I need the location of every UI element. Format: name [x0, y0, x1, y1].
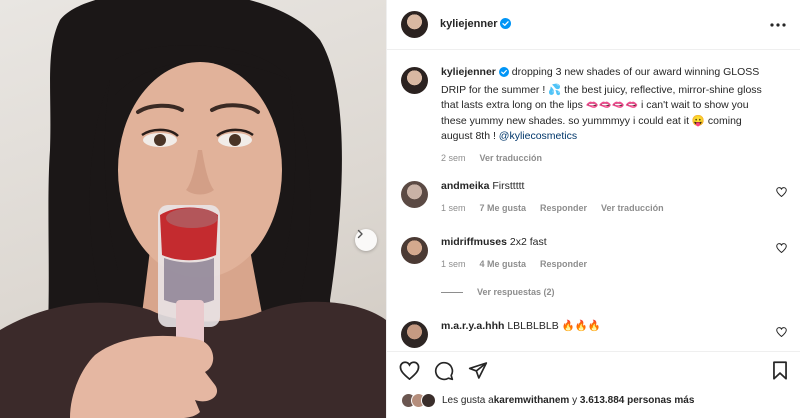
caption-meta: 2 sem Ver traducción [441, 153, 771, 163]
avatar[interactable] [401, 181, 428, 208]
heart-icon[interactable] [776, 327, 787, 340]
post-photo [0, 0, 386, 418]
caption-text: kyliejenner dropping 3 new shades of our… [441, 65, 771, 145]
comment-username[interactable]: andmeika [441, 180, 489, 192]
comment-likes-count[interactable]: 7 Me gusta [480, 203, 527, 213]
avatar[interactable] [401, 67, 428, 94]
next-photo-button[interactable] [355, 229, 377, 251]
caption-username[interactable]: kyliejenner [441, 66, 496, 78]
comment-item: midriffmuses 2x2 fast 1 sem 4 Me gusta R… [401, 235, 793, 269]
avatar [421, 393, 436, 408]
save-button[interactable] [772, 361, 788, 380]
verified-icon [500, 17, 512, 32]
caption-time[interactable]: 2 sem [441, 153, 466, 163]
comment-item: andmeika Firsttttt 1 sem 7 Me gusta Resp… [401, 179, 793, 213]
model-portrait-image [0, 0, 386, 418]
post-actions-bar [387, 351, 800, 389]
avatar[interactable] [401, 237, 428, 264]
view-replies-label: Ver respuestas (2) [477, 287, 555, 297]
comment-body: 2x2 fast [509, 236, 547, 248]
reply-button[interactable]: Responder [540, 203, 587, 213]
share-icon [468, 362, 488, 379]
comment-likes-count[interactable]: 4 Me gusta [480, 259, 527, 269]
reply-button[interactable]: Responder [540, 259, 587, 269]
likes-middle: y [569, 395, 580, 406]
comment-text: midriffmuses 2x2 fast [441, 235, 771, 251]
comment-item: m.a.r.y.a.hhh LBLBLBLB 🔥🔥🔥 [401, 319, 793, 348]
more-options-button[interactable] [770, 22, 786, 27]
post-header: kyliejenner [387, 0, 800, 50]
comment-button[interactable] [434, 361, 454, 381]
heart-icon [399, 361, 420, 380]
heart-icon[interactable] [776, 243, 787, 256]
comment-username[interactable]: m.a.r.y.a.hhh [441, 320, 504, 332]
comment-username[interactable]: midriffmuses [441, 236, 507, 248]
comment-body: LBLBLBLB 🔥🔥🔥 [507, 320, 601, 332]
more-icon [770, 22, 786, 27]
like-button[interactable] [399, 361, 420, 380]
bookmark-icon [773, 361, 787, 380]
translate-button[interactable]: Ver traducción [601, 203, 664, 213]
replies-divider [441, 291, 463, 293]
likes-count-link[interactable]: 3.613.884 personas más [580, 395, 695, 406]
caption-mention-link[interactable]: @kyliecosmetics [499, 130, 577, 142]
liker-username-link[interactable]: karemwithanem [494, 395, 570, 406]
avatar[interactable] [401, 321, 428, 348]
likes-summary: Les gusta a karemwithanem y 3.613.884 pe… [401, 393, 694, 408]
post-modal: kyliejenner kyliejenner dropping 3 new s… [0, 0, 800, 418]
verified-icon [498, 67, 509, 83]
post-side-panel: kyliejenner kyliejenner dropping 3 new s… [386, 0, 800, 418]
comment-body: Firsttttt [492, 180, 525, 192]
liker-avatars[interactable] [401, 393, 436, 408]
comment-time[interactable]: 1 sem [441, 203, 466, 213]
comment-icon [434, 361, 454, 380]
chevron-right-icon [357, 229, 363, 239]
comments-list: kyliejenner dropping 3 new shades of our… [387, 51, 800, 351]
caption-translate-button[interactable]: Ver traducción [480, 153, 543, 163]
comment-time[interactable]: 1 sem [441, 259, 466, 269]
view-replies-button[interactable]: Ver respuestas (2) [441, 287, 555, 297]
comment-text: m.a.r.y.a.hhh LBLBLBLB 🔥🔥🔥 [441, 319, 771, 335]
comment-text: andmeika Firsttttt [441, 179, 771, 195]
post-username[interactable]: kyliejenner [440, 18, 497, 30]
likes-prefix: Les gusta a [442, 395, 494, 406]
avatar[interactable] [401, 11, 428, 38]
share-button[interactable] [468, 361, 488, 380]
comment-meta: 1 sem 4 Me gusta Responder [441, 259, 771, 269]
comment-meta: 1 sem 7 Me gusta Responder Ver traducció… [441, 203, 771, 213]
heart-icon[interactable] [776, 187, 787, 200]
caption: kyliejenner dropping 3 new shades of our… [401, 65, 793, 163]
